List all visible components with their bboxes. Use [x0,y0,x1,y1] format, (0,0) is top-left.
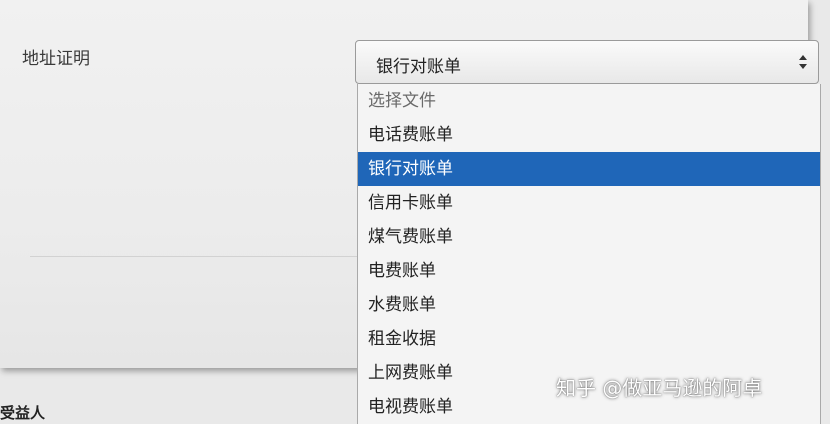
address-proof-select[interactable]: 银行对账单 [355,40,819,84]
select-current-value: 银行对账单 [376,57,461,77]
beneficiary-label: 受益人 [0,404,46,422]
option-phone-bill[interactable]: 电话费账单 [358,118,820,152]
option-credit-card-bill[interactable]: 信用卡账单 [358,186,820,220]
select-arrows-icon [799,55,807,69]
address-proof-label: 地址证明 [22,49,90,69]
option-rent-receipt[interactable]: 租金收据 [358,322,820,356]
divider [30,256,358,257]
option-water-bill[interactable]: 水费账单 [358,288,820,322]
option-bank-statement[interactable]: 银行对账单 [358,152,820,186]
watermark-text: 知乎 @做亚马逊的阿卓 [556,376,763,400]
option-choose-file[interactable]: 选择文件 [358,84,820,118]
option-electricity-bill[interactable]: 电费账单 [358,254,820,288]
option-gas-bill[interactable]: 煤气费账单 [358,220,820,254]
